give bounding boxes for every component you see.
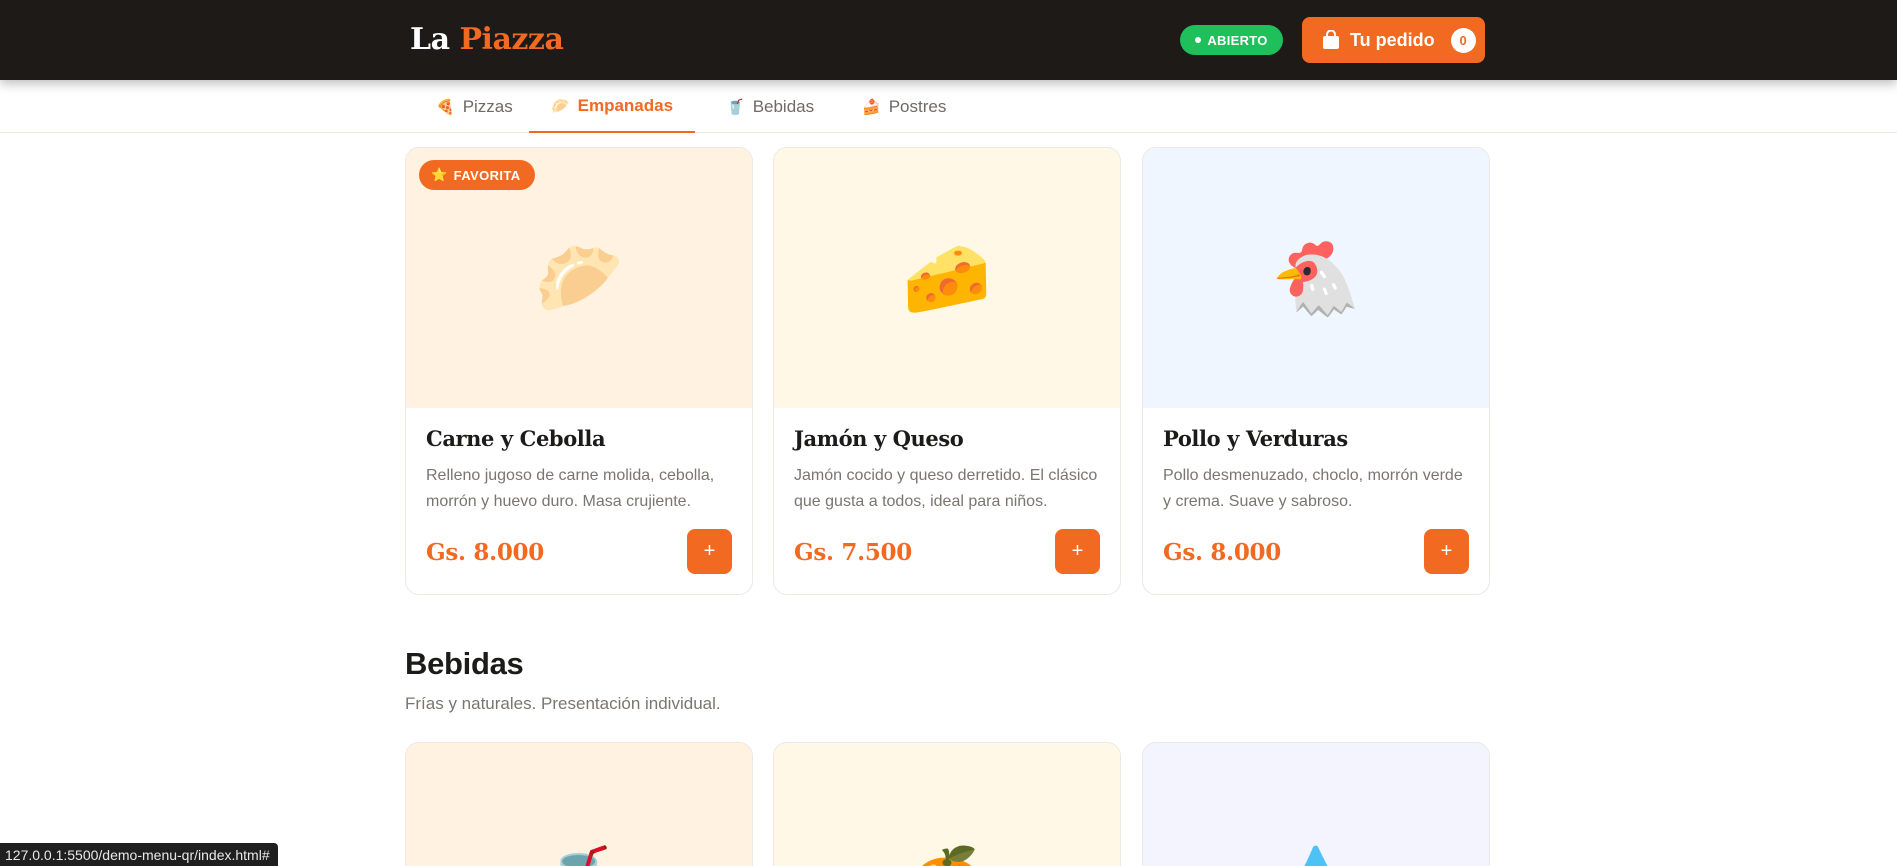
product-image: 🍊 <box>774 743 1120 866</box>
product-price: Gs. 8.000 <box>426 539 544 566</box>
open-status-label: ABIERTO <box>1207 32 1268 48</box>
pizza-icon: 🍕 <box>436 98 455 116</box>
add-to-order-button[interactable]: + <box>1055 529 1100 574</box>
cheese-icon: 🧀 <box>902 238 992 319</box>
tab-postres[interactable]: 🍰 Postres <box>858 80 950 133</box>
empanada-icon: 🥟 <box>534 238 624 319</box>
product-card-pollo-y-verduras[interactable]: 🐔 Pollo y Verduras Pollo desmenuzado, ch… <box>1142 147 1490 595</box>
tab-empanadas[interactable]: 🥟 Empanadas <box>529 80 695 133</box>
order-count-badge: 0 <box>1450 27 1476 53</box>
favorite-badge: ⭐ FAVORITA <box>419 160 535 190</box>
browser-status-url: 127.0.0.1:5500/demo-menu-qr/index.html# <box>0 843 278 866</box>
product-card-bebida-3[interactable]: 💧 <box>1142 742 1490 866</box>
category-tabs: 🍕 Pizzas 🥟 Empanadas 🥤 Bebidas 🍰 Postres <box>0 80 1897 133</box>
brand-logo[interactable]: La Piazza <box>410 22 564 57</box>
order-button-label: Tu pedido <box>1350 29 1435 50</box>
product-price: Gs. 8.000 <box>1163 539 1281 566</box>
favorite-badge-label: FAVORITA <box>453 167 521 183</box>
product-card-carne-y-cebolla[interactable]: ⭐ FAVORITA 🥟 Carne y Cebolla Relleno jug… <box>405 147 753 595</box>
add-to-order-button[interactable]: + <box>1424 529 1469 574</box>
product-card-bebida-1[interactable]: 🥤 <box>405 742 753 866</box>
section-subtitle: Frías y naturales. Presentación individu… <box>405 694 721 713</box>
section-title-bebidas: Bebidas <box>405 646 524 681</box>
open-status-badge: ABIERTO <box>1180 25 1283 55</box>
product-price: Gs. 7.500 <box>794 539 912 566</box>
top-header: La Piazza ABIERTO Tu pedido 0 <box>0 0 1897 80</box>
tab-label: Postres <box>888 96 947 116</box>
brand-name-second: Piazza <box>459 22 564 57</box>
product-name: Pollo y Verduras <box>1163 426 1348 451</box>
tab-pizzas[interactable]: 🍕 Pizzas <box>432 80 517 133</box>
product-name: Jamón y Queso <box>794 426 964 451</box>
tab-bebidas[interactable]: 🥤 Bebidas <box>722 80 818 133</box>
star-icon: ⭐ <box>431 167 448 182</box>
tab-label: Empanadas <box>577 95 674 115</box>
product-image: 🧀 <box>774 148 1120 408</box>
status-dot-icon <box>1195 37 1202 43</box>
chicken-icon: 🐔 <box>1271 238 1361 319</box>
brand-name-first: La <box>410 22 450 57</box>
product-image: 💧 <box>1143 743 1489 866</box>
product-description: Pollo desmenuzado, choclo, morrón verde … <box>1163 467 1463 510</box>
empanada-icon: 🥟 <box>550 97 570 115</box>
order-cart-button[interactable]: Tu pedido 0 <box>1302 17 1485 63</box>
product-card-jamon-y-queso[interactable]: 🧀 Jamón y Queso Jamón cocido y queso der… <box>773 147 1121 595</box>
tab-label: Bebidas <box>752 96 815 116</box>
product-description: Relleno jugoso de carne molida, cebolla,… <box>426 467 715 510</box>
product-card-bebida-2[interactable]: 🍊 <box>773 742 1121 866</box>
cup-icon: 🥤 <box>726 98 745 116</box>
product-description: Jamón cocido y queso derretido. El clási… <box>794 467 1098 510</box>
add-to-order-button[interactable]: + <box>687 529 732 574</box>
orange-icon: 🍊 <box>910 849 985 866</box>
product-name: Carne y Cebolla <box>426 426 606 451</box>
product-image: ⭐ FAVORITA 🥟 <box>406 148 752 408</box>
product-image: 🐔 <box>1143 148 1489 408</box>
cup-with-straw-icon: 🥤 <box>542 849 617 866</box>
tab-label: Pizzas <box>462 96 513 116</box>
water-drop-icon: 💧 <box>1279 849 1354 866</box>
shopping-bag-icon <box>1323 30 1339 49</box>
product-image: 🥤 <box>406 743 752 866</box>
cake-icon: 🍰 <box>862 98 881 116</box>
